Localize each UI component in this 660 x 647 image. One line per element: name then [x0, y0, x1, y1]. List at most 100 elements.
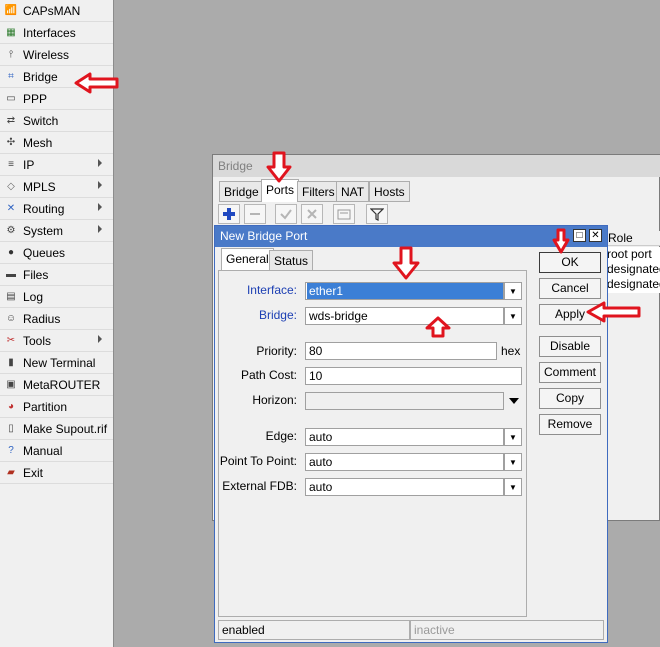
remove-toolbar-button[interactable] — [244, 204, 266, 224]
tab-nat[interactable]: NAT — [336, 181, 370, 202]
edge-select[interactable]: auto — [305, 428, 504, 446]
sidebar-item-label: Log — [23, 289, 44, 304]
point-to-point-select[interactable]: auto — [305, 453, 504, 471]
disable-button[interactable]: Disable — [539, 336, 601, 357]
submenu-arrow-icon — [98, 159, 102, 167]
plus-icon — [223, 208, 235, 220]
check-icon — [280, 209, 292, 220]
role-cell: designated — [607, 262, 660, 276]
close-icon[interactable]: ✕ — [589, 229, 602, 242]
sidebar-item-capsman[interactable]: 📶 CAPsMAN — [0, 0, 113, 22]
sidebar-item-label: Wireless — [23, 47, 70, 62]
annotation-arrow-left-icon — [586, 301, 641, 323]
sidebar-item-label: Bridge — [23, 69, 58, 84]
filter-button[interactable] — [366, 204, 388, 224]
role-column-header[interactable]: Role — [605, 231, 660, 246]
sidebar-item-label: MPLS — [23, 179, 56, 194]
sidebar-item-manual[interactable]: ? Manual — [0, 440, 113, 462]
interface-label: Interface: — [246, 283, 297, 297]
sidebar-item-label: MetaROUTER — [23, 377, 101, 392]
sidebar-item-label: Manual — [23, 443, 63, 458]
external-fdb-label: External FDB: — [222, 479, 297, 493]
sidebar-item-wireless[interactable]: ⫯ Wireless — [0, 44, 113, 66]
remove-button[interactable]: Remove — [539, 414, 601, 435]
ok-button[interactable]: OK — [539, 252, 601, 273]
routing-icon: ✕ — [6, 203, 16, 214]
metarouter-icon: ▣ — [6, 379, 16, 390]
sidebar-item-log[interactable]: ▤ Log — [0, 286, 113, 308]
maximize-icon[interactable]: □ — [573, 229, 586, 242]
annotation-arrow-left-icon — [74, 72, 119, 94]
comment-toolbar-button[interactable] — [333, 204, 355, 224]
priority-label: Priority: — [256, 344, 297, 358]
ppp-icon: ▭ — [6, 93, 16, 104]
path-cost-input[interactable]: 10 — [305, 367, 522, 385]
horizon-input[interactable] — [305, 392, 504, 410]
log-icon: ▤ — [6, 291, 16, 302]
sidebar-item-queues[interactable]: ● Queues — [0, 242, 113, 264]
sidebar-item-ip[interactable]: ≡ IP — [0, 154, 113, 176]
bridge-dropdown-icon[interactable]: ▼ — [504, 307, 522, 325]
sidebar-item-label: Tools — [23, 333, 52, 348]
partition-icon: ◕ — [7, 401, 15, 412]
sidebar-item-label: Make Supout.rif — [23, 421, 108, 436]
sidebar-item-label: Mesh — [23, 135, 53, 150]
point-to-point-label: Point To Point: — [219, 454, 297, 468]
sidebar-item-make-supout-rif[interactable]: ▯ Make Supout.rif — [0, 418, 113, 440]
sidebar-item-label: System — [23, 223, 64, 238]
disable-toolbar-button[interactable] — [301, 204, 323, 224]
sidebar-item-system[interactable]: ⚙ System — [0, 220, 113, 242]
submenu-arrow-icon — [98, 225, 102, 233]
sidebar-item-interfaces[interactable]: ▦ Interfaces — [0, 22, 113, 44]
sidebar-item-partition[interactable]: ◕ Partition — [0, 396, 113, 418]
interface-select[interactable]: ether1 — [305, 282, 504, 300]
sidebar-item-files[interactable]: ▬ Files — [0, 264, 113, 286]
sidebar-menu: 📶 CAPsMAN ▦ Interfaces ⫯ Wireless ⌗ Bridge ▭ PPP ⇄… — [0, 0, 114, 647]
dialog-title: New Bridge Port □ ✕ — [215, 226, 607, 247]
interfaces-icon: ▦ — [6, 27, 16, 38]
annotation-arrow-up-icon — [425, 316, 451, 338]
sidebar-item-mesh[interactable]: ✣ Mesh — [0, 132, 113, 154]
manual-icon: ? — [8, 445, 14, 456]
cross-icon — [307, 209, 317, 219]
new-bridge-port-dialog: New Bridge Port □ ✕ General Status Inter… — [214, 225, 608, 643]
wireless-icon: ⫯ — [8, 49, 14, 60]
sidebar-item-metarouter[interactable]: ▣ MetaROUTER — [0, 374, 113, 396]
sidebar-item-radius[interactable]: ☺ Radius — [0, 308, 113, 330]
edge-dropdown-icon[interactable]: ▼ — [504, 428, 522, 446]
sidebar-item-tools[interactable]: ✂ Tools — [0, 330, 113, 352]
annotation-arrow-down-icon — [552, 228, 570, 254]
sidebar-item-mpls[interactable]: ◇ MPLS — [0, 176, 113, 198]
external-fdb-dropdown-icon[interactable]: ▼ — [504, 478, 522, 496]
radius-icon: ☺ — [5, 313, 17, 324]
horizon-dropdown-icon[interactable] — [509, 398, 519, 404]
sidebar-item-label: Switch — [23, 113, 59, 128]
enable-button[interactable] — [275, 204, 297, 224]
tab-status[interactable]: Status — [269, 250, 314, 271]
queues-icon: ● — [7, 247, 15, 258]
edge-label: Edge: — [265, 429, 297, 443]
sidebar-item-switch[interactable]: ⇄ Switch — [0, 110, 113, 132]
sidebar-item-exit[interactable]: ▰ Exit — [0, 462, 113, 484]
cancel-button[interactable]: Cancel — [539, 278, 601, 299]
priority-unit: hex — [501, 344, 521, 358]
role-cell: root port — [607, 247, 652, 261]
tab-filters[interactable]: Filters — [297, 181, 340, 202]
copy-button[interactable]: Copy — [539, 388, 601, 409]
sidebar-item-label: Files — [23, 267, 49, 282]
dialog-title-text: New Bridge Port — [220, 229, 308, 243]
external-fdb-select[interactable]: auto — [305, 478, 504, 496]
interface-dropdown-icon[interactable]: ▼ — [504, 282, 522, 300]
tab-bridge[interactable]: Bridge — [219, 181, 264, 202]
comment-button[interactable]: Comment — [539, 362, 601, 383]
tab-hosts[interactable]: Hosts — [369, 181, 410, 202]
sidebar-item-routing[interactable]: ✕ Routing — [0, 198, 113, 220]
tab-general[interactable]: General — [221, 248, 274, 271]
note-icon — [337, 209, 351, 220]
point-to-point-dropdown-icon[interactable]: ▼ — [504, 453, 522, 471]
sidebar-item-new-terminal[interactable]: ▮ New Terminal — [0, 352, 113, 374]
add-button[interactable] — [218, 204, 240, 224]
bridge-select[interactable]: wds-bridge — [305, 307, 504, 325]
priority-input[interactable]: 80 — [305, 342, 497, 360]
sidebar-item-label: New Terminal — [23, 355, 96, 370]
